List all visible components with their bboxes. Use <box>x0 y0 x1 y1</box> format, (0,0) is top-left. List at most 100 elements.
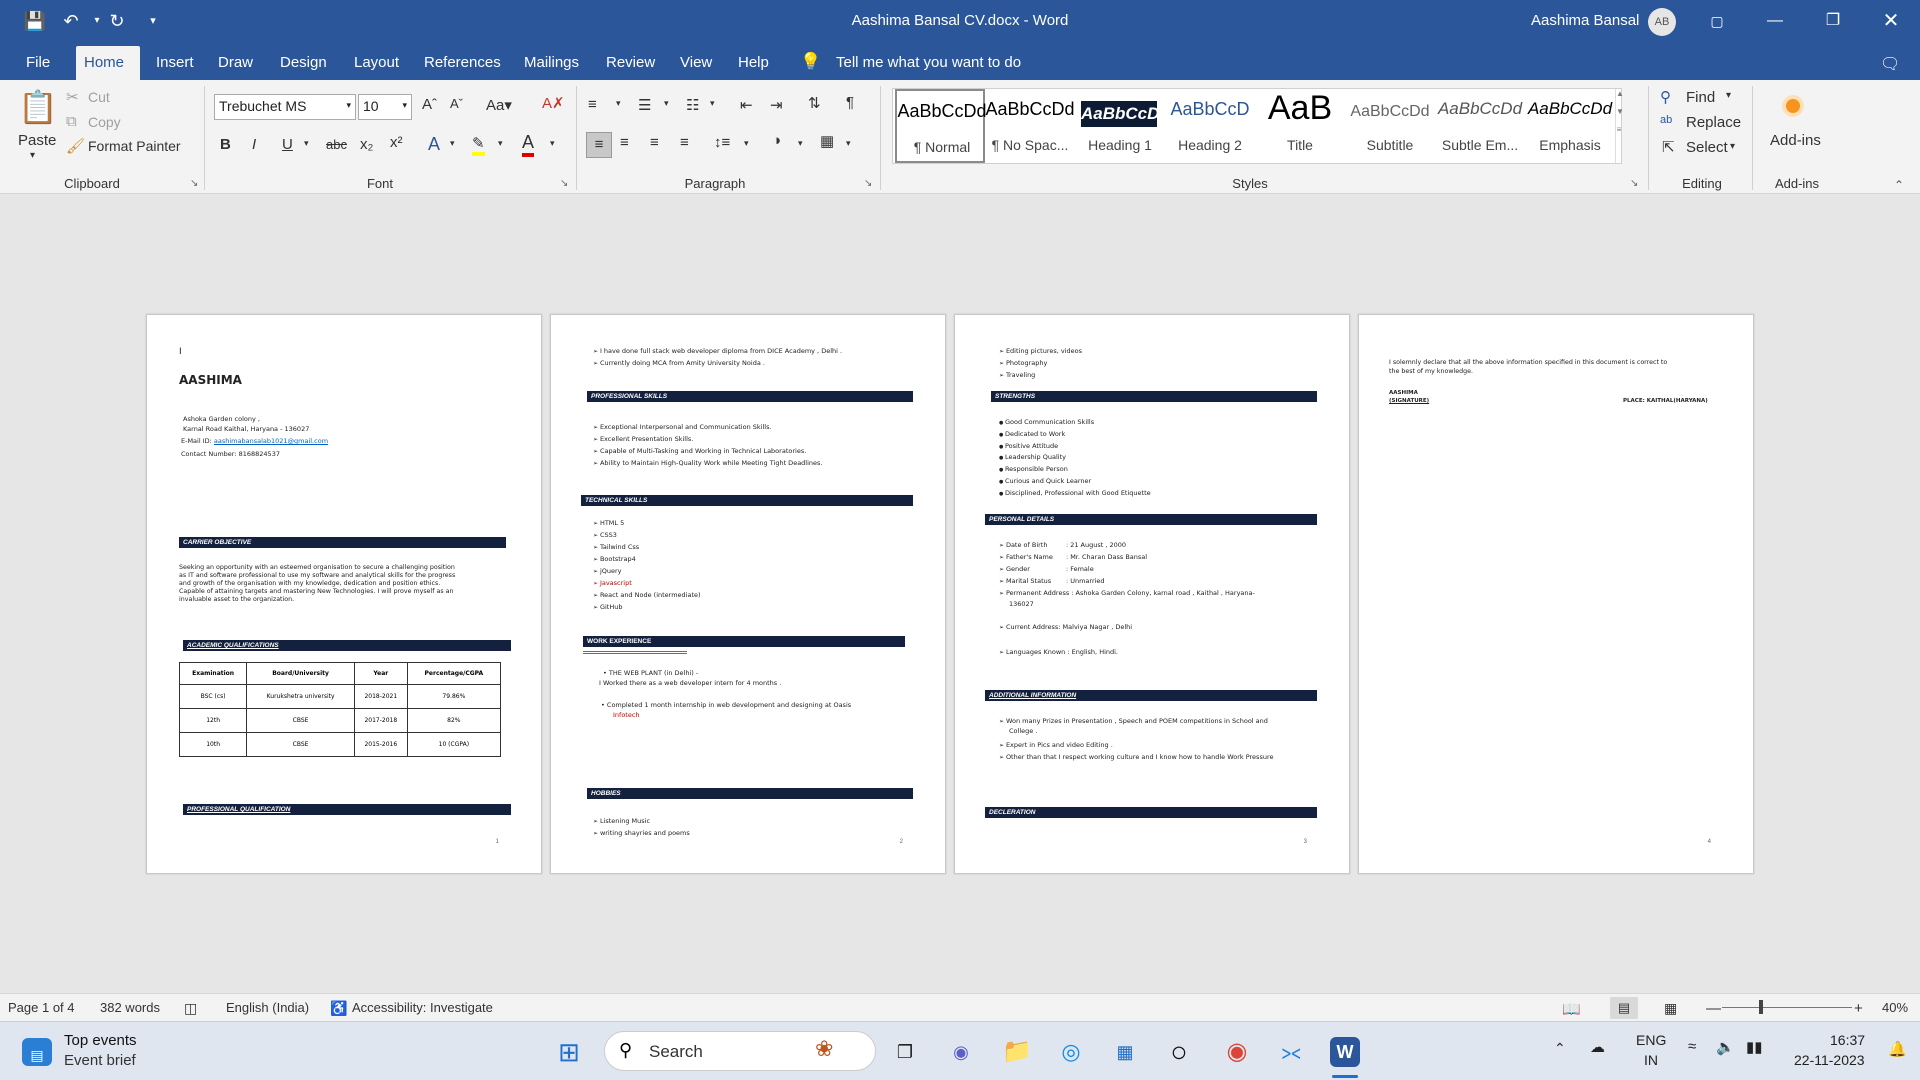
tab-help[interactable]: Help <box>730 50 777 80</box>
shrink-font-icon[interactable]: Aˇ <box>450 96 463 111</box>
tab-file[interactable]: File <box>18 50 58 80</box>
replace-button[interactable]: Replace <box>1686 114 1741 131</box>
user-name[interactable]: Aashima Bansal <box>1531 12 1639 29</box>
paragraph-launcher-icon[interactable]: ↘ <box>864 178 872 189</box>
borders-dropdown-icon[interactable]: ▾ <box>846 138 851 149</box>
style-heading-1[interactable]: AaBbCcD Heading 1 <box>1075 89 1165 163</box>
document-area[interactable]: I AASHIMA Ashoka Garden colony , Karnal … <box>0 195 1920 993</box>
tab-insert[interactable]: Insert <box>148 50 202 80</box>
add-ins-button[interactable]: Add-ins <box>1770 132 1821 149</box>
tell-me-search[interactable]: Tell me what you want to do <box>836 50 1021 76</box>
select-dropdown-icon[interactable]: ▾ <box>1730 141 1735 152</box>
numbering-icon[interactable]: ☰ <box>638 96 651 114</box>
multilevel-list-icon[interactable]: ☷ <box>686 96 699 114</box>
edge-icon[interactable]: ◎ <box>1054 1035 1088 1069</box>
show-hidden-icons-icon[interactable]: ⌃ <box>1554 1040 1566 1057</box>
cut-button[interactable]: Cut <box>88 89 110 105</box>
grow-font-icon[interactable]: Aˆ <box>422 96 437 113</box>
justify-icon[interactable]: ≡ <box>680 134 689 151</box>
highlight-dropdown-icon[interactable]: ▾ <box>498 138 503 149</box>
tab-layout[interactable]: Layout <box>346 50 407 80</box>
print-layout-icon[interactable]: ▤ <box>1610 997 1638 1019</box>
sort-icon[interactable]: ⇅ <box>808 94 821 112</box>
page-2[interactable]: I have done full stack web developer dip… <box>550 314 946 874</box>
task-view-icon[interactable]: ❐ <box>888 1035 922 1069</box>
text-effects-icon[interactable]: A <box>428 134 440 155</box>
dell-icon[interactable]: ◯ <box>1162 1035 1196 1069</box>
numbering-dropdown-icon[interactable]: ▾ <box>664 98 669 109</box>
style-normal[interactable]: AaBbCcDd ¶ Normal <box>895 89 987 163</box>
find-dropdown-icon[interactable]: ▾ <box>1726 90 1731 101</box>
subscript-icon[interactable]: x₂ <box>360 136 373 153</box>
teams-icon[interactable]: ◉ <box>944 1035 978 1069</box>
clear-formatting-icon[interactable]: A✗ <box>542 94 565 112</box>
style-heading-2[interactable]: AaBbCcD Heading 2 <box>1165 89 1255 163</box>
decrease-indent-icon[interactable]: ⇤ <box>740 96 753 114</box>
bullets-icon[interactable]: ≡ <box>588 96 597 113</box>
shading-dropdown-icon[interactable]: ▾ <box>798 138 803 149</box>
battery-icon[interactable]: ▮▮ <box>1746 1038 1763 1056</box>
clipboard-launcher-icon[interactable]: ↘ <box>190 178 198 189</box>
comments-icon[interactable]: 🗨 <box>1880 54 1900 74</box>
volume-icon[interactable]: 🔈 <box>1716 1038 1735 1056</box>
style-emphasis[interactable]: AaBbCcDd Emphasis <box>1525 89 1615 163</box>
style-no-spacing[interactable]: AaBbCcDd ¶ No Spac... <box>985 89 1075 163</box>
web-layout-icon[interactable]: ▦ <box>1664 1000 1677 1017</box>
multilevel-dropdown-icon[interactable]: ▾ <box>710 98 715 109</box>
onedrive-icon[interactable]: ☁ <box>1590 1038 1605 1056</box>
widget-title[interactable]: Top events <box>64 1032 137 1049</box>
zoom-out-icon[interactable]: — <box>1706 1000 1721 1017</box>
paste-button[interactable]: Paste <box>18 132 56 149</box>
word-icon[interactable]: W <box>1330 1037 1360 1067</box>
superscript-icon[interactable]: x² <box>390 134 403 151</box>
bold-icon[interactable]: B <box>220 136 231 153</box>
taskbar-search[interactable]: ⚲ Search ❀ <box>604 1031 876 1071</box>
clock-date[interactable]: 22-11-2023 <box>1794 1052 1865 1068</box>
paste-dropdown-icon[interactable]: ▾ <box>30 150 35 161</box>
language[interactable]: English (India) <box>226 1000 309 1015</box>
align-right-icon[interactable]: ≡ <box>650 134 659 151</box>
paste-icon[interactable]: 📋 <box>18 88 58 130</box>
font-name-box[interactable]: Trebuchet MS ▾ <box>214 94 356 120</box>
tab-view[interactable]: View <box>672 50 720 80</box>
styles-launcher-icon[interactable]: ↘ <box>1630 178 1638 189</box>
ribbon-display-options-icon[interactable]: ▢ <box>1694 6 1740 36</box>
italic-icon[interactable]: I <box>252 136 256 153</box>
email-link[interactable]: aashimabansalab1021@gmail.com <box>214 437 328 445</box>
line-spacing-dropdown-icon[interactable]: ▾ <box>744 138 749 149</box>
wifi-icon[interactable]: ≈ <box>1688 1038 1696 1055</box>
proofing-icon[interactable]: ◫ <box>184 1000 197 1017</box>
zoom-level[interactable]: 40% <box>1882 1000 1908 1015</box>
bullets-dropdown-icon[interactable]: ▾ <box>616 98 621 109</box>
shading-icon[interactable]: ◑ <box>772 132 781 149</box>
find-button[interactable]: Find <box>1686 89 1715 106</box>
style-title[interactable]: AaB Title <box>1255 89 1345 163</box>
notifications-icon[interactable]: 🔔 <box>1888 1040 1907 1058</box>
font-color-dropdown-icon[interactable]: ▾ <box>550 138 555 149</box>
styles-scroll[interactable]: ▲ ▼ ≡ <box>1615 89 1624 163</box>
avatar[interactable]: AB <box>1648 8 1676 36</box>
borders-icon[interactable]: ▦ <box>820 132 834 150</box>
page-3[interactable]: Editing pictures, videos Photography Tra… <box>954 314 1350 874</box>
store-icon[interactable]: ▦ <box>1108 1035 1142 1069</box>
widgets-icon[interactable]: ▤ <box>22 1038 52 1066</box>
maximize-button[interactable]: ❐ <box>1810 6 1856 36</box>
font-color-icon[interactable]: A <box>522 132 535 157</box>
font-launcher-icon[interactable]: ↘ <box>560 178 568 189</box>
zoom-slider[interactable] <box>1722 1007 1852 1008</box>
file-explorer-icon[interactable]: 📁 <box>1000 1035 1034 1069</box>
style-subtitle[interactable]: AaBbCcDd Subtitle <box>1345 89 1435 163</box>
font-size-box[interactable]: 10 ▾ <box>358 94 412 120</box>
minimize-button[interactable]: — <box>1752 6 1798 36</box>
page-1[interactable]: I AASHIMA Ashoka Garden colony , Karnal … <box>146 314 542 874</box>
tab-design[interactable]: Design <box>272 50 335 80</box>
underline-icon[interactable]: U <box>282 136 293 153</box>
clock-time[interactable]: 16:37 <box>1830 1032 1865 1048</box>
highlight-icon[interactable]: ✎ <box>472 134 485 156</box>
tab-review[interactable]: Review <box>598 50 663 80</box>
increase-indent-icon[interactable]: ⇥ <box>770 96 783 114</box>
tab-references[interactable]: References <box>416 50 509 80</box>
read-mode-icon[interactable]: 📖 <box>1562 1000 1581 1018</box>
page-4[interactable]: I solemnly declare that all the above in… <box>1358 314 1754 874</box>
copy-button[interactable]: Copy <box>88 114 121 130</box>
